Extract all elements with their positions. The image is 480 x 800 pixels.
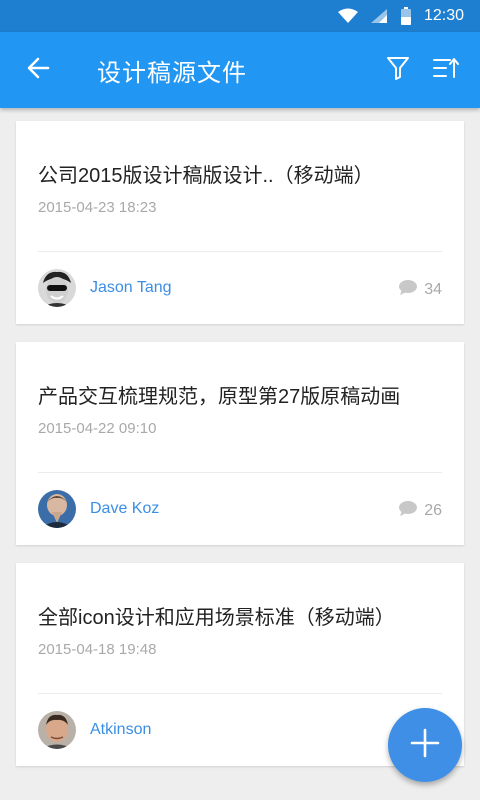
filter-icon [387, 56, 409, 85]
battery-icon [400, 7, 412, 25]
comment-count[interactable]: 34 [398, 279, 442, 301]
card-divider [38, 251, 442, 252]
signal-icon [370, 8, 388, 24]
back-arrow-icon [26, 56, 50, 85]
post-card[interactable]: 公司2015版设计稿版设计..（移动端） 2015-04-23 18:23 Ja… [16, 121, 464, 324]
status-time: 12:30 [423, 7, 464, 24]
post-title: 公司2015版设计稿版设计..（移动端） [38, 165, 374, 187]
app-bar: 设计稿源文件 [0, 32, 480, 108]
comment-icon [398, 279, 418, 301]
post-title: 产品交互梳理规范，原型第27版原稿动画 [38, 386, 401, 408]
card-divider [38, 693, 442, 694]
plus-icon [409, 727, 441, 764]
author-name[interactable]: Dave Koz [90, 500, 159, 518]
avatar[interactable] [38, 490, 76, 528]
post-date: 2015-04-22 09:10 [38, 420, 157, 437]
sort-icon [433, 57, 459, 84]
post-date: 2015-04-23 18:23 [38, 199, 157, 216]
comment-count-value: 34 [424, 281, 442, 298]
post-title: 全部icon设计和应用场景标准（移动端） [38, 607, 395, 629]
comment-count-value: 26 [424, 502, 442, 519]
page-title: 设计稿源文件 [97, 59, 247, 87]
filter-button[interactable] [374, 32, 422, 108]
avatar[interactable] [38, 711, 76, 749]
post-card[interactable]: 产品交互梳理规范，原型第27版原稿动画 2015-04-22 09:10 Dav… [16, 342, 464, 545]
status-bar: 12:30 [0, 0, 480, 32]
add-button[interactable] [388, 708, 462, 782]
author-name[interactable]: Atkinson [90, 721, 151, 739]
comment-icon [398, 500, 418, 522]
comment-count[interactable]: 26 [398, 500, 442, 522]
wifi-icon [337, 8, 358, 24]
card-divider [38, 472, 442, 473]
post-date: 2015-04-18 19:48 [38, 641, 157, 658]
author-name[interactable]: Jason Tang [90, 279, 172, 297]
avatar[interactable] [38, 269, 76, 307]
sort-button[interactable] [422, 32, 470, 108]
back-button[interactable] [0, 32, 76, 108]
